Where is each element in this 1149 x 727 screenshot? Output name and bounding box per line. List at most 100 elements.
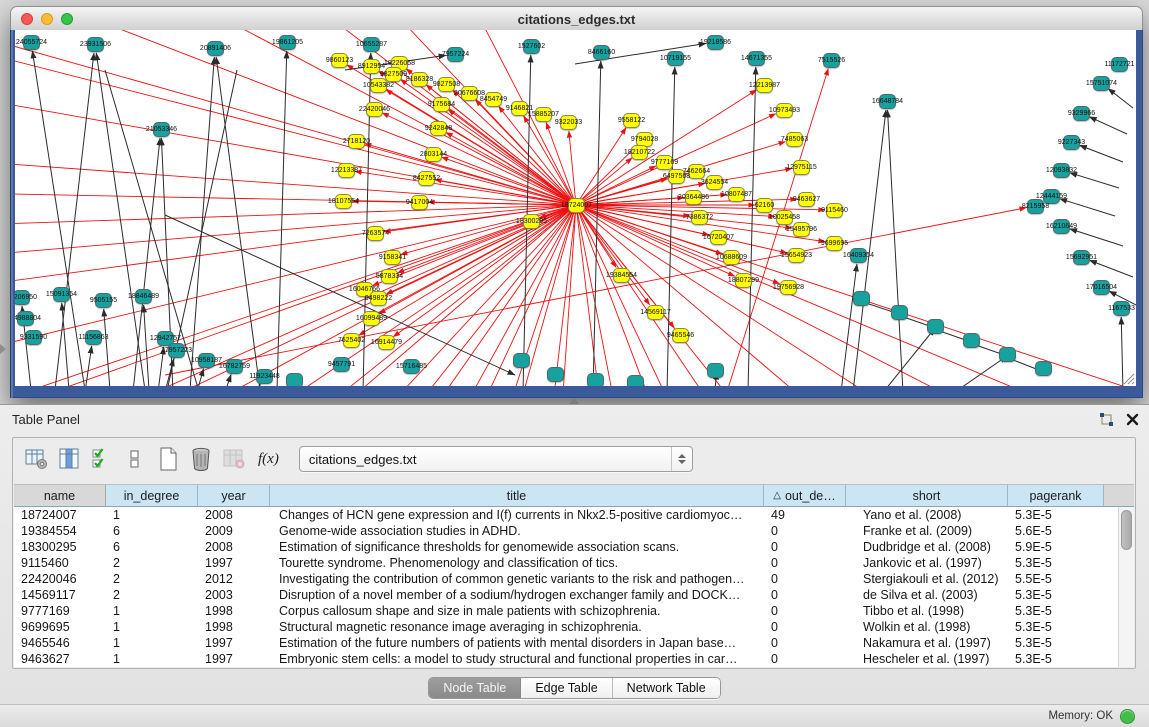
graph-node[interactable] xyxy=(963,333,980,348)
graph-node[interactable]: 9322033 xyxy=(560,115,577,130)
graph-node[interactable]: 15692951 xyxy=(1073,250,1090,265)
graph-node[interactable]: 9827509 xyxy=(385,67,402,82)
graph-node[interactable] xyxy=(547,367,564,382)
column-header-pagerank[interactable]: pagerank xyxy=(1008,485,1104,507)
graph-node[interactable]: 9498222 xyxy=(370,291,387,306)
graph-node[interactable] xyxy=(927,319,944,334)
column-header-in_degree[interactable]: in_degree xyxy=(106,485,198,507)
graph-node[interactable]: 11923448 xyxy=(256,369,273,384)
graph-node[interactable]: 7263574 xyxy=(367,226,384,241)
graph-node[interactable]: 15091354 xyxy=(53,287,70,302)
graph-node[interactable]: 20891406 xyxy=(207,41,224,56)
table-row[interactable]: 946362711997Embryonic stem cells: a mode… xyxy=(14,651,1134,667)
graph-node[interactable]: 6497568 xyxy=(668,169,685,184)
tab-network-table[interactable]: Network Table xyxy=(613,678,720,698)
graph-edge[interactable] xyxy=(1060,199,1115,216)
graph-node[interactable]: 12975115 xyxy=(793,160,810,175)
graph-node[interactable] xyxy=(891,305,908,320)
graph-node[interactable]: 9227343 xyxy=(1063,135,1080,150)
graph-edge[interactable] xyxy=(158,347,164,386)
table-row[interactable]: 946554611997Estimation of the future num… xyxy=(14,635,1134,651)
close-window-button[interactable] xyxy=(21,13,33,25)
table-vertical-scrollbar[interactable] xyxy=(1118,507,1134,667)
graph-node[interactable]: 15885207 xyxy=(535,107,552,122)
graph-node[interactable]: 24055724 xyxy=(23,35,40,50)
graph-node[interactable]: 1167533 xyxy=(1113,301,1130,316)
graph-node[interactable] xyxy=(1035,361,1052,376)
graph-edge[interactable] xyxy=(748,67,756,386)
table-row[interactable]: 1938455462009Genome-wide association stu… xyxy=(14,523,1134,539)
graph-edge[interactable] xyxy=(887,110,903,386)
graph-node[interactable]: 14569117 xyxy=(647,305,664,320)
window-titlebar[interactable]: citations_edges.txt xyxy=(10,6,1143,32)
graph-node[interactable]: 9175684 xyxy=(433,97,450,112)
column-header-short[interactable]: short xyxy=(846,485,1008,507)
graph-node[interactable]: 15654923 xyxy=(788,248,805,263)
delete-column-icon[interactable] xyxy=(188,446,214,472)
close-panel-icon[interactable] xyxy=(1126,413,1139,426)
graph-node[interactable]: 9860123 xyxy=(331,53,348,68)
graph-edge[interactable] xyxy=(104,309,110,386)
tab-edge-table[interactable]: Edge Table xyxy=(521,678,612,698)
graph-edge[interactable] xyxy=(62,303,69,386)
graph-node[interactable] xyxy=(707,363,724,378)
graph-node[interactable]: 1527602 xyxy=(523,39,540,54)
graph-node[interactable]: 2718120 xyxy=(348,134,365,149)
graph-edge[interactable] xyxy=(1079,145,1123,162)
table-row[interactable]: 911546021997Tourette syndrome. Phenomeno… xyxy=(14,555,1134,571)
graph-node[interactable]: 17957223 xyxy=(168,343,185,358)
new-column-icon[interactable] xyxy=(155,446,181,472)
column-header-title[interactable]: title xyxy=(270,485,764,507)
table-row[interactable]: 1456911722003Disruption of a novel membe… xyxy=(14,587,1134,603)
graph-node[interactable]: 16648784 xyxy=(879,94,896,109)
graph-node[interactable]: 9827508 xyxy=(438,77,455,92)
table-source-dropdown[interactable]: citations_edges.txt xyxy=(299,446,693,472)
graph-node[interactable]: 16409354 xyxy=(850,248,867,263)
graph-node[interactable]: 18807299 xyxy=(735,273,752,288)
table-row[interactable]: 2242004622012Investigating the contribut… xyxy=(14,571,1134,587)
graph-node[interactable]: 17016504 xyxy=(1093,280,1110,295)
column-header-out_degree[interactable]: △out_de… xyxy=(764,485,846,507)
column-header-year[interactable]: year xyxy=(198,485,270,507)
table-row[interactable]: 1830029562008Estimation of significance … xyxy=(14,539,1134,555)
graph-node[interactable]: 9146821 xyxy=(511,101,528,116)
graph-node[interactable] xyxy=(286,373,303,386)
graph-edge[interactable] xyxy=(1070,173,1119,188)
scrollbar-thumb[interactable] xyxy=(1121,510,1132,550)
graph-edge[interactable] xyxy=(15,205,576,270)
network-graph-canvas[interactable]: 1872400798601238912954182260589827509105… xyxy=(15,30,1136,386)
graph-node[interactable]: 14988804 xyxy=(17,311,34,326)
graph-edge[interactable] xyxy=(165,70,237,386)
graph-edge[interactable] xyxy=(365,144,576,205)
graph-node[interactable] xyxy=(999,347,1016,362)
graph-edge[interactable] xyxy=(841,264,857,386)
graph-node[interactable]: 18300295 xyxy=(523,214,540,229)
graph-edge[interactable] xyxy=(1089,117,1127,134)
graph-node[interactable]: 18210722 xyxy=(631,145,648,160)
graph-node[interactable]: 9158341 xyxy=(384,250,401,265)
show-columns-icon[interactable] xyxy=(56,446,82,472)
graph-node[interactable] xyxy=(513,353,530,368)
graph-node[interactable]: 2803144 xyxy=(425,147,442,162)
graph-node[interactable]: 9505155 xyxy=(95,293,112,308)
table-row[interactable]: 1872400712008Changes of HCN gene express… xyxy=(14,507,1134,523)
graph-node[interactable]: 15716485 xyxy=(403,359,420,374)
graph-node[interactable]: 12444159 xyxy=(1043,189,1060,204)
graph-node[interactable]: 10958187 xyxy=(198,353,215,368)
graph-node[interactable]: 19861205 xyxy=(279,35,296,50)
graph-edge[interactable] xyxy=(1089,260,1133,277)
graph-node[interactable]: 11172721 xyxy=(1111,57,1128,72)
graph-edge[interactable] xyxy=(1108,89,1133,108)
graph-edge[interactable] xyxy=(446,132,576,205)
graph-node[interactable] xyxy=(587,373,604,386)
graph-node[interactable]: 5878334 xyxy=(381,269,398,284)
select-columns-icon[interactable] xyxy=(89,446,115,472)
graph-node[interactable]: 7462664 xyxy=(688,164,705,179)
graph-node[interactable]: 11156863 xyxy=(85,330,102,345)
graph-node[interactable]: 8427552 xyxy=(418,171,435,186)
delete-table-icon[interactable] xyxy=(221,446,247,472)
graph-node[interactable]: 19384554 xyxy=(613,268,630,283)
table-mode-icon[interactable] xyxy=(23,446,49,472)
graph-node[interactable]: 10655287 xyxy=(363,37,380,52)
graph-node[interactable]: 7957224 xyxy=(447,47,464,62)
